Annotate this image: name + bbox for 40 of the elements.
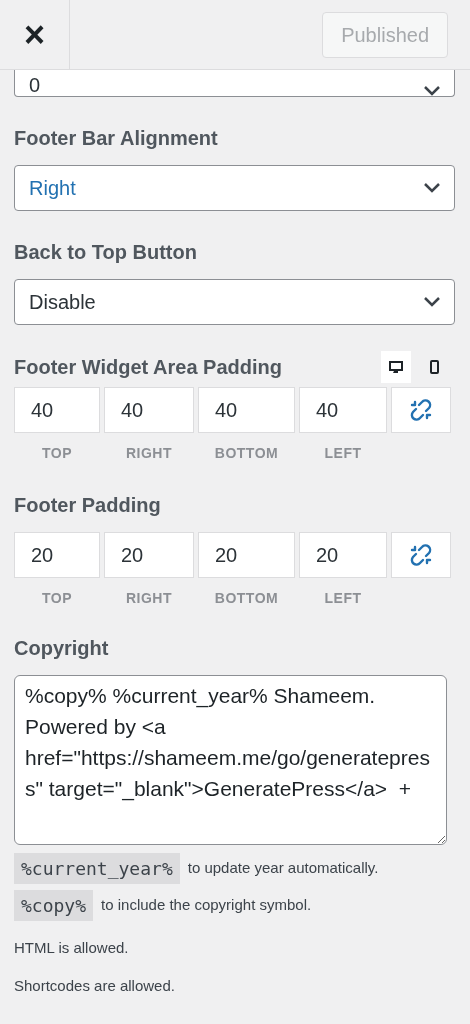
number-field[interactable]: 20 [299,532,387,578]
field-caption: LEFT [323,589,363,608]
desktop-icon[interactable] [381,351,411,383]
link-values-button[interactable] [391,387,451,433]
field-label: Back to Top Button [14,240,197,265]
code-tag: %copy% [14,890,94,921]
text-area[interactable]: %copy% %current_year% Shameem. Powered by <a href="https://shameem.me/go/generatepress" target="_blank">GeneratePress</a> + [14,675,447,845]
number-field[interactable]: 20 [104,532,194,578]
field-label: Footer Bar Alignment [14,126,218,151]
link-values-button[interactable] [391,532,451,578]
field-label: Footer Padding [14,493,161,518]
caret-icon [424,297,440,307]
field-caption: BOTTOM [213,444,280,463]
field-caption: LEFT [323,444,363,463]
broken-link-icon [410,544,432,566]
field-label: Footer Widget Area Padding [14,355,282,380]
field-caption: RIGHT [124,444,174,463]
field-label: Copyright [14,636,109,661]
field-caption: RIGHT [124,589,174,608]
number-field[interactable]: 40 [14,387,100,433]
select-field[interactable]: Right [14,165,455,211]
select-field[interactable]: 0 [14,70,455,97]
number-field[interactable]: 40 [299,387,387,433]
number-field[interactable]: 20 [14,532,100,578]
note-text: HTML is allowed. [14,938,130,958]
field-caption: TOP [41,444,73,463]
number-field[interactable]: 40 [104,387,194,433]
close-button[interactable]: × [0,0,70,69]
code-tag: %current_year% [14,853,180,884]
number-field[interactable]: 40 [198,387,295,433]
hint-text: to include the copyright symbol. [101,895,312,916]
select-field[interactable]: Disable [14,279,455,325]
number-field[interactable]: 20 [198,532,295,578]
hint-text: to update year automatically. [187,858,379,879]
note-text: Shortcodes are allowed. [14,975,176,996]
caret-icon [424,183,440,193]
broken-link-icon [410,399,432,421]
field-caption: BOTTOM [213,589,280,608]
caret-icon [424,86,440,96]
field-caption: TOP [41,589,73,608]
